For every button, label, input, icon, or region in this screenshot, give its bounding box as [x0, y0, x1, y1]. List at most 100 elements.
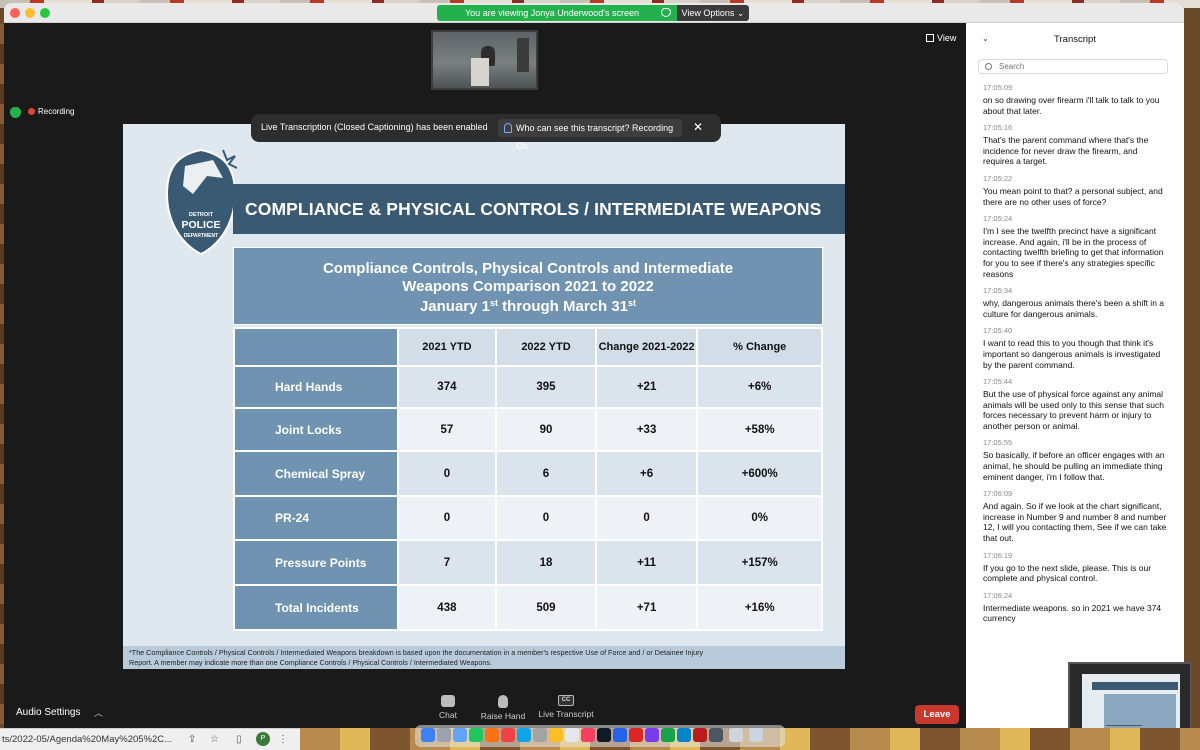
table-cell: 395	[495, 365, 597, 409]
mail-icon[interactable]	[517, 728, 531, 742]
entry-time: 17:05:40	[983, 326, 1013, 336]
chevron-up-icon[interactable]: ︿	[94, 706, 103, 719]
audio-settings-button[interactable]: Audio Settings	[16, 707, 81, 718]
live-transcript-button[interactable]: CC Live Transcript	[531, 695, 601, 719]
svg-text:DEPARTMENT: DEPARTMENT	[184, 233, 218, 239]
person-icon	[504, 123, 512, 133]
table-row: Pressure Points 7 18 +11 +157%	[233, 539, 823, 586]
raise-hand-label: Raise Hand	[480, 711, 526, 721]
comparison-table: 2021 YTD 2022 YTD Change 2021-2022 % Cha…	[233, 327, 823, 631]
table-cell: +11	[594, 539, 699, 586]
close-icon[interactable]: ✕	[693, 120, 703, 134]
live-transcript-label: Live Transcript	[538, 709, 594, 719]
close-window-button[interactable]	[10, 8, 20, 18]
table-cell: 90	[495, 407, 597, 452]
transcript-search-input[interactable]: Search	[978, 59, 1168, 74]
table-cell: +58%	[696, 407, 823, 452]
safari-icon[interactable]	[453, 728, 467, 742]
entry-time: 17:05:09	[983, 83, 1013, 92]
firefox-icon[interactable]	[485, 728, 499, 742]
transcript-entry: 17:06:19 If you go to the next slide, ple…	[983, 551, 1169, 584]
table-cell: +21	[594, 365, 699, 409]
row-label: Chemical Spray	[233, 450, 399, 497]
finder-icon[interactable]	[421, 728, 435, 742]
encryption-shield-icon[interactable]	[10, 107, 21, 118]
recording-indicator[interactable]: Recording	[28, 105, 74, 119]
raise-hand-button[interactable]: Raise Hand	[468, 695, 538, 721]
transcript-entry: 17:06:09 And again. So if we look at the …	[983, 489, 1169, 543]
row-label: PR-24	[233, 495, 399, 541]
calendar-icon[interactable]	[565, 728, 579, 742]
hand-icon	[498, 695, 508, 708]
maps-icon[interactable]	[661, 728, 675, 742]
table-cell: 0	[594, 495, 699, 541]
url-text[interactable]: ts/2022-05/Agenda%20May%205%2C...	[2, 734, 172, 745]
entry-time: 17:05:22	[983, 173, 1013, 183]
row-label: Pressure Points	[233, 539, 399, 586]
table-title: Compliance Controls, Physical Controls a…	[233, 247, 823, 325]
participant-video-thumbnail[interactable]	[431, 30, 538, 90]
more-icon[interactable]: ⋮	[278, 734, 288, 745]
entry-text: I'm I see the twelfth precinct have a si…	[983, 226, 1164, 279]
leave-button[interactable]: Leave	[915, 705, 959, 724]
preview-header	[1092, 682, 1178, 690]
photos-icon[interactable]	[533, 728, 547, 742]
row-label: Hard Hands	[233, 365, 399, 409]
entry-time: 17:05:24	[983, 214, 1013, 224]
table-cell: +157%	[696, 539, 823, 586]
avatar[interactable]: P	[256, 732, 270, 746]
screen-share-indicator: You are viewing Jonya Underwood's screen	[437, 5, 677, 21]
entry-text: So basically, if before an officer engag…	[983, 450, 1165, 482]
closed-caption-icon: CC	[558, 695, 574, 706]
entry-text: on so drawing over firearm i'll talk to …	[983, 95, 1160, 116]
music-icon[interactable]	[581, 728, 595, 742]
appstore-icon[interactable]	[613, 728, 627, 742]
presentation-slide: DETROIT POLICE DEPARTMENT COMPLIANCE & P…	[123, 124, 845, 669]
svg-text:DETROIT: DETROIT	[189, 212, 214, 218]
table-title-line-3: January 1st through March 31st	[419, 298, 637, 315]
fullscreen-window-button[interactable]	[40, 8, 50, 18]
transcript-entry: 17:05:34 why, dangerous animals there's b…	[983, 286, 1169, 319]
tv-icon[interactable]	[597, 728, 611, 742]
self-view-slide-preview	[1082, 674, 1180, 734]
search-icon	[985, 63, 992, 70]
minimize-window-button[interactable]	[25, 8, 35, 18]
search-placeholder: Search	[999, 62, 1025, 71]
notes-icon[interactable]	[549, 728, 563, 742]
table-cell: 18	[495, 539, 597, 586]
trash-icon[interactable]	[749, 728, 763, 742]
transcript-entry: 17:05:55 So basically, if before an offic…	[983, 438, 1169, 482]
entry-text: why, dangerous animals there's been a sh…	[983, 298, 1165, 319]
table-cell: +6	[594, 450, 699, 497]
chrome-icon[interactable]	[501, 728, 515, 742]
view-button[interactable]: View	[926, 33, 956, 43]
downloads-icon[interactable]	[729, 728, 743, 742]
news-icon[interactable]	[629, 728, 643, 742]
table-cell: 0	[396, 450, 498, 497]
share-icon[interactable]: ⇪	[188, 734, 196, 745]
detroit-police-logo: DETROIT POLICE DEPARTMENT	[165, 148, 238, 256]
table-cell: 438	[396, 584, 498, 631]
podcasts-icon[interactable]	[645, 728, 659, 742]
sidebar-icon[interactable]: ▯	[236, 734, 242, 745]
view-label: View	[937, 33, 957, 43]
shared-screen-area: View Recording DETROIT POLICE DEPARTMENT…	[4, 23, 966, 691]
notice-text: Live Transcription (Closed Captioning) h…	[261, 122, 488, 132]
transcript-visibility-link[interactable]: Who can see this transcript? Recording O…	[498, 119, 682, 151]
macos-dock	[415, 725, 785, 747]
launchpad-icon[interactable]	[437, 728, 451, 742]
star-icon[interactable]: ☆	[210, 734, 219, 745]
settings-icon[interactable]	[709, 728, 723, 742]
transcript-entry: 17:05:40 I want to read this to you thoug…	[983, 326, 1169, 370]
footnote-line-1: *The Compliance Controls / Physical Cont…	[129, 648, 704, 657]
row-label: Joint Locks	[233, 407, 399, 452]
acrobat-icon[interactable]	[693, 728, 707, 742]
table-header-row: 2021 YTD 2022 YTD Change 2021-2022 % Cha…	[233, 327, 823, 367]
zoom-app-icon[interactable]	[677, 728, 691, 742]
video-podium	[471, 58, 489, 86]
view-options-button[interactable]: View Options ⌄	[677, 5, 749, 21]
messages-icon[interactable]	[469, 728, 483, 742]
transcript-title: Transcript	[1054, 34, 1096, 45]
shield-icon	[661, 8, 671, 17]
transcript-entries: 17:05:09 on so drawing over firearm i'll …	[983, 83, 1169, 631]
